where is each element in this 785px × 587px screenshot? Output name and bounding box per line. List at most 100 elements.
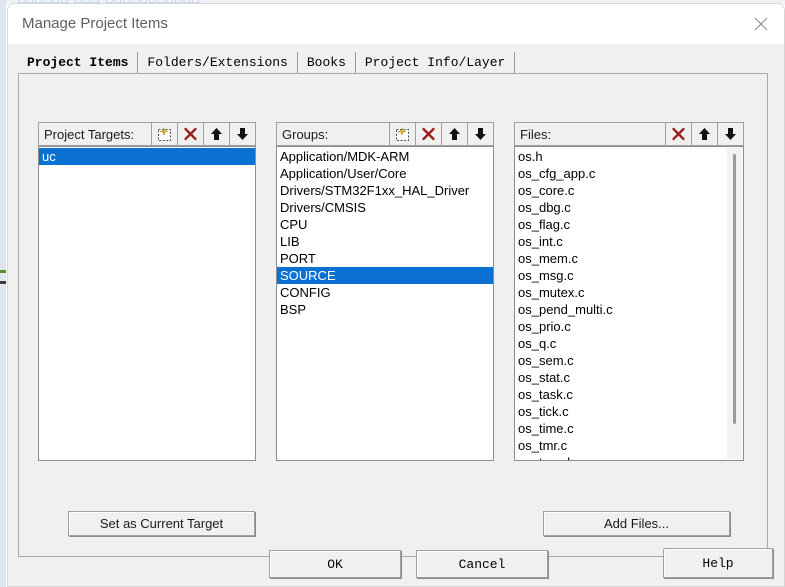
files-list[interactable]: os.h os_cfg_app.c os_core.c os_dbg.c os_… — [514, 146, 744, 461]
tab-project-info-layer[interactable]: Project Info/Layer — [355, 52, 516, 74]
list-item[interactable]: os_int.c — [515, 233, 743, 250]
files-label: Files: — [520, 126, 552, 142]
tab-strip: Project Items Folders/Extensions Books P… — [18, 51, 516, 74]
list-item[interactable]: uc — [39, 148, 255, 165]
list-item[interactable]: os_flag.c — [515, 216, 743, 233]
list-item[interactable]: os_task.c — [515, 386, 743, 403]
list-item-label: PORT — [280, 251, 316, 266]
files-list-inner: os.h os_cfg_app.c os_core.c os_dbg.c os_… — [515, 147, 743, 460]
files-list-scrollbar-thumb[interactable] — [733, 154, 736, 424]
files-header: Files: — [514, 122, 744, 146]
groups-list-inner: Application/MDK-ARM Application/User/Cor… — [277, 147, 493, 318]
list-item[interactable]: Drivers/CMSIS — [277, 199, 493, 216]
ok-label: OK — [327, 556, 343, 572]
set-as-current-target-button[interactable]: Set as Current Target — [68, 511, 255, 536]
tab-books[interactable]: Books — [297, 52, 356, 74]
list-item[interactable]: BSP — [277, 301, 493, 318]
list-item-label: os_cfg_app.c — [518, 166, 596, 181]
project-targets-toolbar — [151, 123, 255, 145]
project-targets-header: Project Targets: — [38, 122, 256, 146]
files-panel: Files: os.h os_cfg_app.c os_core.c os_db… — [514, 122, 744, 461]
move-up-icon[interactable] — [203, 123, 229, 145]
tab-label: Project Items — [27, 55, 129, 70]
project-targets-label: Project Targets: — [44, 126, 135, 142]
groups-list[interactable]: Application/MDK-ARM Application/User/Cor… — [276, 146, 494, 461]
list-item[interactable]: LIB — [277, 233, 493, 250]
project-targets-list[interactable]: uc — [38, 146, 256, 461]
new-item-icon[interactable] — [151, 123, 177, 145]
list-item-label: LIB — [280, 234, 300, 249]
project-targets-list-inner: uc — [39, 147, 255, 165]
tab-label: Books — [306, 55, 346, 70]
delete-icon[interactable] — [177, 123, 203, 145]
list-item-label: Application/MDK-ARM — [280, 149, 410, 164]
files-list-scrollbar[interactable] — [727, 148, 742, 459]
ok-button[interactable]: OK — [269, 550, 401, 578]
list-item[interactable]: os_pend_multi.c — [515, 301, 743, 318]
list-item[interactable]: os_core.c — [515, 182, 743, 199]
tab-folders-extensions[interactable]: Folders/Extensions — [138, 52, 298, 74]
list-item[interactable]: os_tick.c — [515, 403, 743, 420]
list-item[interactable]: os_mem.c — [515, 250, 743, 267]
tab-label: Folders/Extensions — [147, 55, 288, 70]
list-item-label: os_mem.c — [518, 251, 578, 266]
list-item[interactable]: Application/MDK-ARM — [277, 148, 493, 165]
move-down-icon[interactable] — [229, 123, 255, 145]
cancel-button[interactable]: Cancel — [416, 550, 548, 578]
list-item[interactable]: CPU — [277, 216, 493, 233]
list-item-label: os_pend_multi.c — [518, 302, 613, 317]
help-label: Help — [702, 555, 734, 571]
list-item-label: os_msg.c — [518, 268, 574, 283]
list-item[interactable]: os_msg.c — [515, 267, 743, 284]
add-files-button[interactable]: Add Files... — [543, 511, 730, 536]
list-item-label: os_core.c — [518, 183, 575, 198]
list-item[interactable]: os_time.c — [515, 420, 743, 437]
dialog-titlebar: Manage Project Items — [8, 4, 784, 44]
manage-project-items-dialog: Manage Project Items Project Items Folde… — [7, 3, 785, 587]
list-item[interactable]: os_type.h — [515, 454, 743, 460]
list-item-label: os_tmr.c — [518, 438, 568, 453]
list-item[interactable]: os_q.c — [515, 335, 743, 352]
list-item-label: os_mutex.c — [518, 285, 585, 300]
list-item-label: os_int.c — [518, 234, 563, 249]
list-item[interactable]: os.h — [515, 148, 743, 165]
delete-icon[interactable] — [415, 123, 441, 145]
list-item-label: os_prio.c — [518, 319, 571, 334]
move-up-icon[interactable] — [691, 123, 717, 145]
help-button[interactable]: Help — [663, 548, 773, 578]
list-item[interactable]: os_dbg.c — [515, 199, 743, 216]
list-item[interactable]: os_sem.c — [515, 352, 743, 369]
list-item[interactable]: Application/User/Core — [277, 165, 493, 182]
move-down-icon[interactable] — [467, 123, 493, 145]
set-as-current-target-label: Set as Current Target — [99, 516, 224, 531]
list-item-label: os_type.h — [518, 455, 574, 460]
list-item-label: BSP — [280, 302, 307, 317]
list-item-label: os_tick.c — [518, 404, 569, 419]
list-item-label: os_dbg.c — [518, 200, 571, 215]
list-item[interactable]: PORT — [277, 250, 493, 267]
move-up-icon[interactable] — [441, 123, 467, 145]
list-item[interactable]: os_stat.c — [515, 369, 743, 386]
list-item-label: Drivers/CMSIS — [280, 200, 366, 215]
list-item-label: uc — [42, 149, 56, 164]
background-window-left-edge — [0, 0, 6, 587]
groups-label: Groups: — [282, 126, 329, 142]
background-window-chip — [0, 281, 6, 284]
list-item[interactable]: Drivers/STM32F1xx_HAL_Driver — [277, 182, 493, 199]
list-item-label: os_flag.c — [518, 217, 571, 232]
list-item-label: os_time.c — [518, 421, 574, 436]
groups-panel: Groups: Application/MDK-ARM Application/… — [276, 122, 494, 461]
tab-project-items[interactable]: Project Items — [18, 52, 139, 74]
list-item[interactable]: CONFIG — [277, 284, 493, 301]
groups-toolbar — [389, 123, 493, 145]
list-item[interactable]: os_prio.c — [515, 318, 743, 335]
new-item-icon[interactable] — [389, 123, 415, 145]
list-item[interactable]: os_tmr.c — [515, 437, 743, 454]
list-item[interactable]: os_mutex.c — [515, 284, 743, 301]
list-item[interactable]: SOURCE — [277, 267, 493, 284]
list-item[interactable]: os_cfg_app.c — [515, 165, 743, 182]
files-toolbar — [665, 123, 743, 145]
delete-icon[interactable] — [665, 123, 691, 145]
close-icon[interactable] — [738, 4, 784, 44]
move-down-icon[interactable] — [717, 123, 743, 145]
